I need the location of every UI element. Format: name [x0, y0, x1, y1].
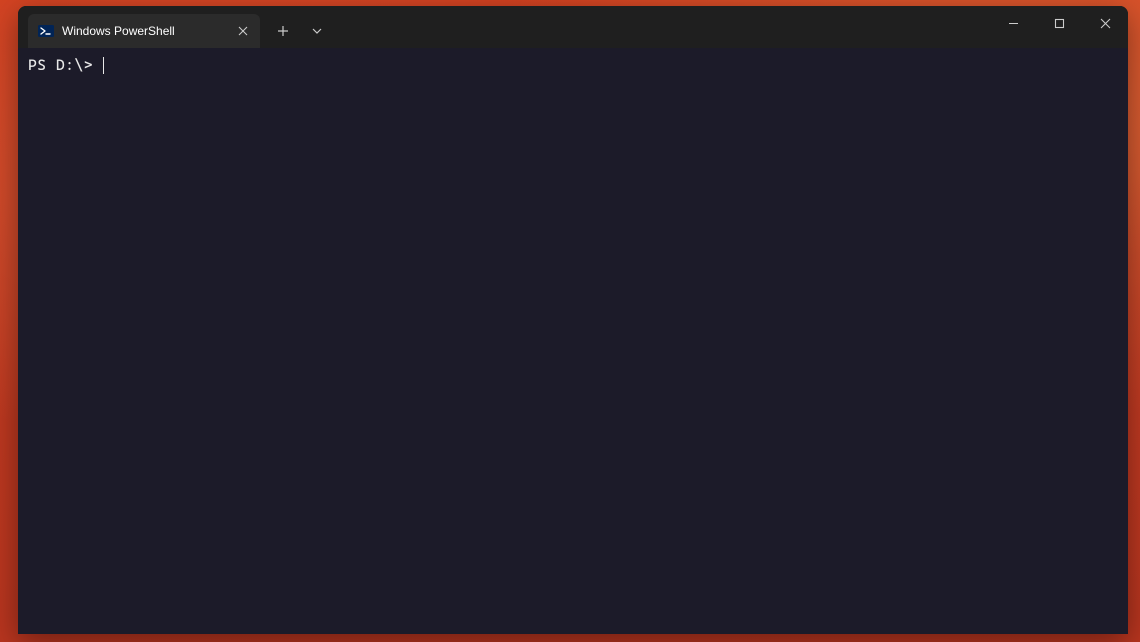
terminal-viewport[interactable]: PS D:\> [18, 48, 1128, 634]
maximize-icon [1054, 18, 1065, 29]
close-window-button[interactable] [1082, 6, 1128, 40]
window-controls [990, 6, 1128, 40]
powershell-icon [38, 23, 54, 39]
tab-close-button[interactable] [234, 22, 252, 40]
tab-actions [266, 6, 334, 48]
plus-icon [277, 25, 289, 37]
maximize-button[interactable] [1036, 6, 1082, 40]
minimize-icon [1008, 18, 1019, 29]
tab-title: Windows PowerShell [62, 24, 226, 38]
close-icon [238, 26, 248, 36]
titlebar[interactable]: Windows PowerShell [18, 6, 1128, 48]
tab-powershell[interactable]: Windows PowerShell [28, 14, 260, 48]
tab-dropdown-button[interactable] [300, 14, 334, 48]
tab-strip: Windows PowerShell [18, 6, 334, 48]
close-icon [1100, 18, 1111, 29]
prompt-text: PS D:\> [28, 56, 102, 76]
terminal-window: Windows PowerShell [18, 6, 1128, 634]
new-tab-button[interactable] [266, 14, 300, 48]
chevron-down-icon [311, 25, 323, 37]
text-cursor [103, 57, 104, 74]
prompt-line: PS D:\> [28, 56, 1118, 76]
minimize-button[interactable] [990, 6, 1036, 40]
